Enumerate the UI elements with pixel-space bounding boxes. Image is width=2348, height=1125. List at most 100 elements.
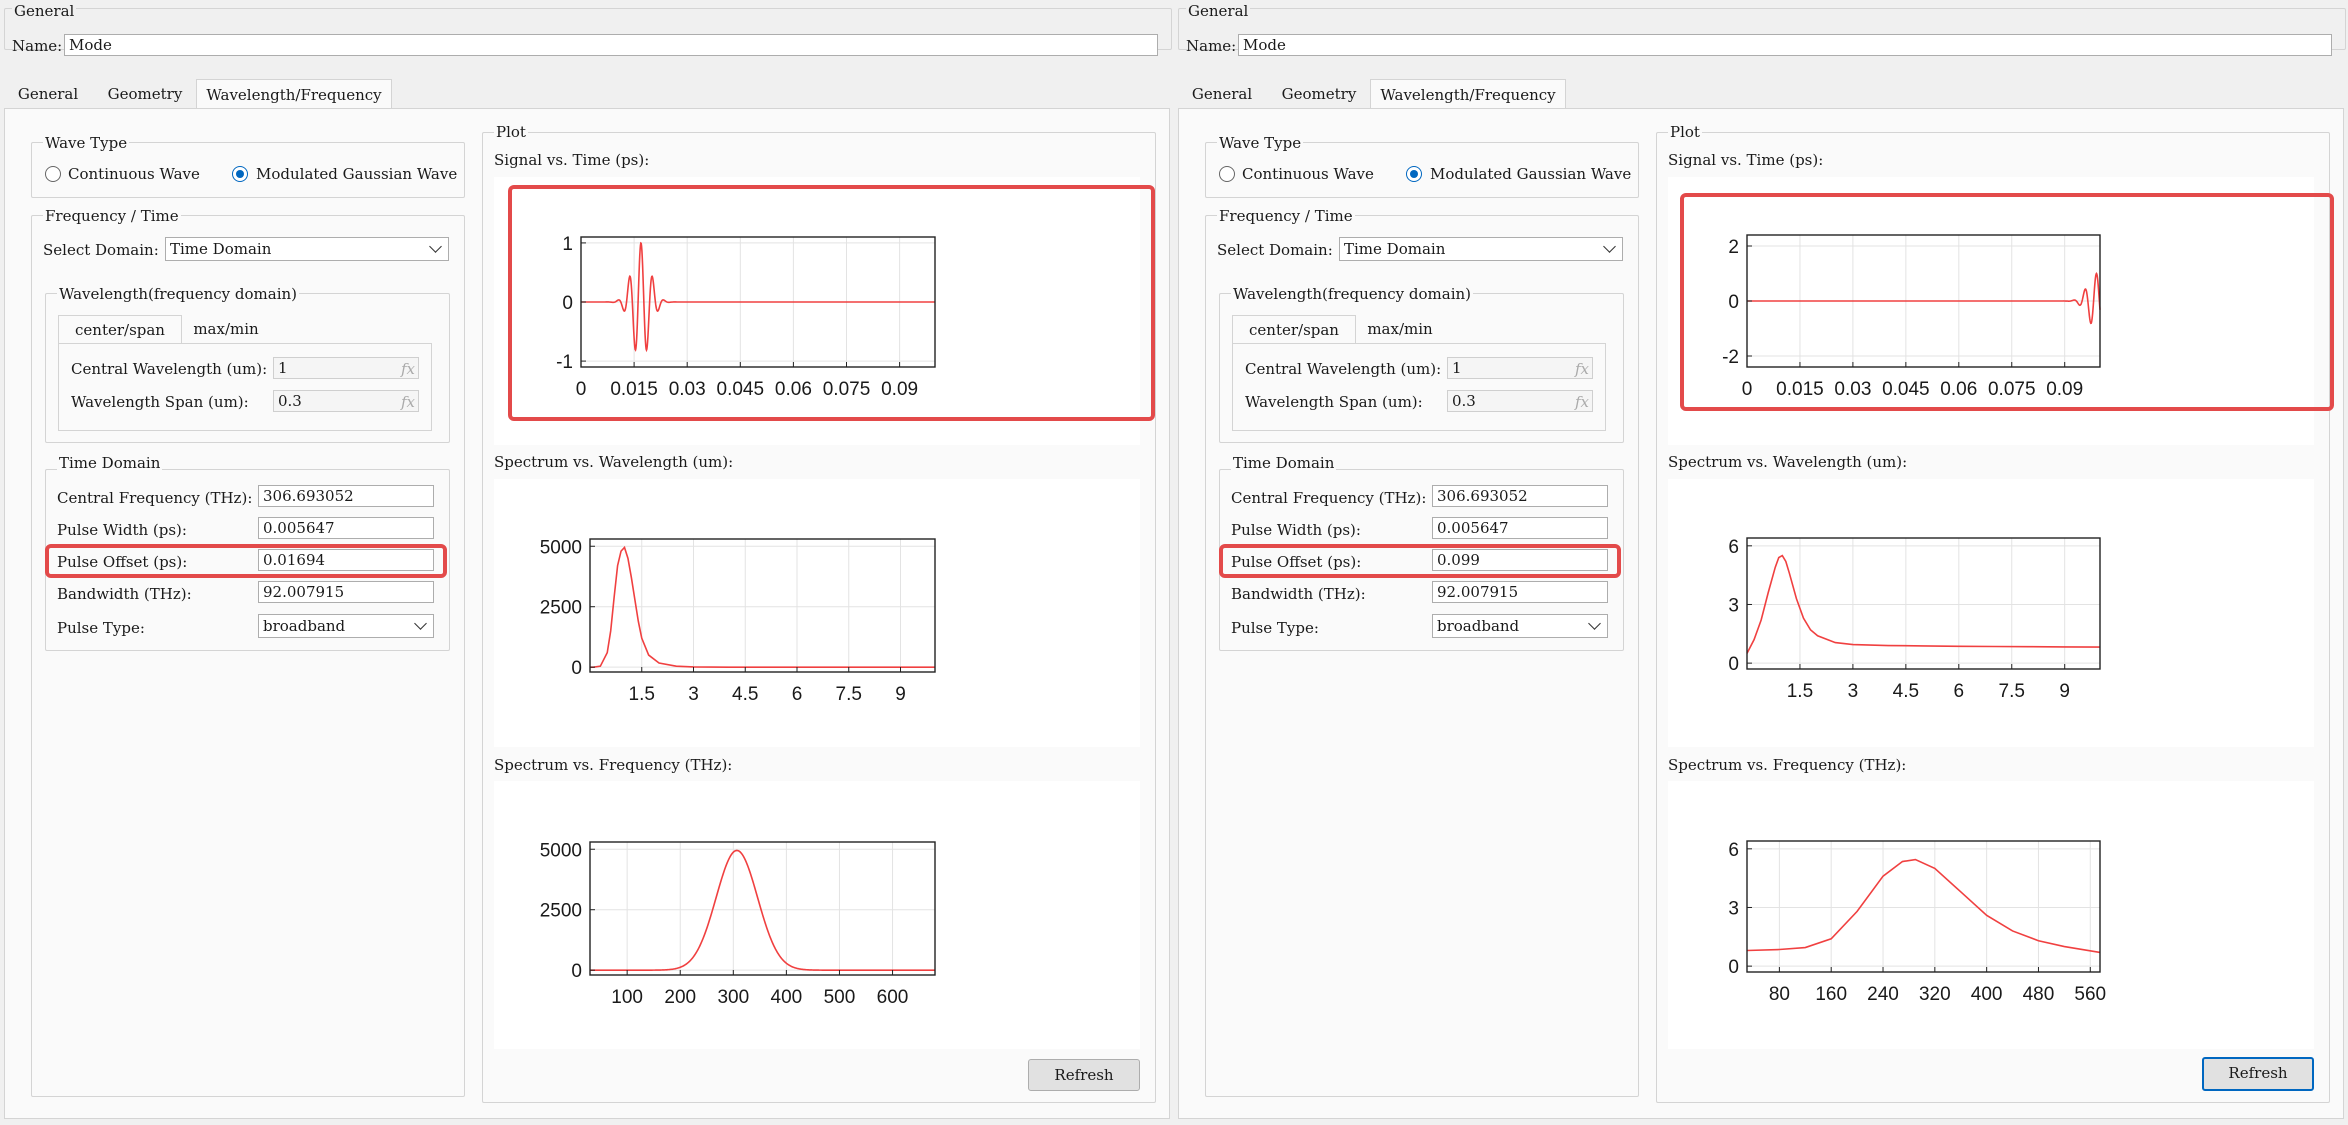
x-tick-label: 0.075 <box>823 379 871 400</box>
pulse-width-label: Pulse Width (ps): <box>1231 521 1361 539</box>
x-tick-label: 3 <box>1848 681 1859 702</box>
x-tick-label: 0.09 <box>2046 379 2083 400</box>
y-tick-label: 5000 <box>540 840 582 861</box>
tab-center-span[interactable]: center/span <box>58 315 182 343</box>
x-tick-label: 0.015 <box>1776 379 1824 400</box>
general-group-title: General <box>12 2 77 20</box>
tab-geometry[interactable]: Geometry <box>100 79 190 109</box>
signal-plot-title: Signal vs. Time (ps): <box>494 151 650 169</box>
refresh-button[interactable]: Refresh <box>1028 1059 1140 1091</box>
central-wavelength-input[interactable]: 1 fx <box>1447 357 1593 379</box>
y-tick-label: 0 <box>562 293 573 314</box>
continuous-wave-radio[interactable] <box>1219 166 1235 182</box>
x-tick-label: 500 <box>824 987 856 1008</box>
select-domain-label: Select Domain: <box>43 241 159 259</box>
y-tick-label: 0 <box>1728 292 1739 313</box>
pulse-type-dropdown[interactable]: broadband <box>258 614 434 638</box>
x-tick-label: 0.06 <box>775 379 812 400</box>
chevron-down-icon <box>414 617 427 630</box>
select-domain-label: Select Domain: <box>1217 241 1333 259</box>
x-tick-label: 4.5 <box>732 684 758 705</box>
y-tick-label: 0 <box>571 961 582 982</box>
y-tick-label: 2500 <box>540 598 582 619</box>
x-tick-label: 9 <box>2059 681 2070 702</box>
spectrum-wavelength-plot-area: 1.5 3 4.5 6 7.5 9 0 2500 5000 <box>494 479 1140 747</box>
bandwidth-label: Bandwidth (THz): <box>57 585 192 603</box>
x-tick-label: 1.5 <box>1787 681 1813 702</box>
plot-title: Plot <box>494 123 528 141</box>
pulse-offset-input[interactable]: 0.01694 <box>258 549 434 571</box>
spectrum-wavelength-title: Spectrum vs. Wavelength (um): <box>494 453 734 471</box>
tab-max-min[interactable]: max/min <box>186 315 266 343</box>
fx-icon[interactable]: fx <box>1575 392 1589 411</box>
refresh-button[interactable]: Refresh <box>2202 1057 2314 1091</box>
x-tick-label: 400 <box>1971 984 2003 1005</box>
wave-type-title: Wave Type <box>43 134 130 152</box>
x-tick-label: 240 <box>1867 984 1899 1005</box>
central-wavelength-label: Central Wavelength (um): <box>1245 360 1442 378</box>
tab-center-span[interactable]: center/span <box>1232 315 1356 343</box>
fx-icon[interactable]: fx <box>401 359 415 378</box>
left-panel: General Name: Mode General Geometry Wave… <box>0 0 1174 1125</box>
wavelength-span-input[interactable]: 0.3 fx <box>1447 390 1593 412</box>
central-frequency-label: Central Frequency (THz): <box>1231 489 1427 507</box>
y-tick-label: 6 <box>1728 840 1739 861</box>
select-domain-dropdown[interactable]: Time Domain <box>165 237 449 261</box>
y-tick-label: 6 <box>1728 537 1739 558</box>
y-tick-label: -2 <box>1722 347 1739 368</box>
pulse-width-label: Pulse Width (ps): <box>57 521 187 539</box>
signal-chart: 0 0.015 0.03 0.045 0.06 0.075 0.09-202 <box>1722 234 2101 400</box>
x-tick-label: 7.5 <box>1999 681 2025 702</box>
pulse-type-value: broadband <box>263 617 346 635</box>
x-tick-label: 300 <box>717 987 749 1008</box>
plot-frame <box>1746 840 2101 973</box>
plot-frame <box>589 841 936 976</box>
x-tick-label: 100 <box>611 987 643 1008</box>
select-domain-dropdown[interactable]: Time Domain <box>1339 237 1623 261</box>
pulse-width-input[interactable]: 0.005647 <box>258 517 434 539</box>
x-tick-label: 80 <box>1769 984 1790 1005</box>
bandwidth-input[interactable]: 92.007915 <box>258 581 434 603</box>
pulse-width-input[interactable]: 0.005647 <box>1432 517 1608 539</box>
fx-icon[interactable]: fx <box>1575 359 1589 378</box>
spectrum-wavelength-plot-area: 1.5 3 4.5 6 7.5 9 0 3 6 <box>1668 479 2314 747</box>
wavelength-span-input[interactable]: 0.3 fx <box>273 390 419 412</box>
x-tick-label: 0.09 <box>881 379 918 400</box>
chevron-down-icon <box>1603 240 1616 253</box>
x-tick-label: 480 <box>2023 984 2055 1005</box>
pulse-offset-label: Pulse Offset (ps): <box>57 553 188 571</box>
continuous-wave-radio[interactable] <box>45 166 61 182</box>
modulated-gaussian-radio[interactable] <box>232 166 248 182</box>
x-tick-label: 0.015 <box>610 379 658 400</box>
tab-general[interactable]: General <box>10 79 86 109</box>
pulse-offset-input[interactable]: 0.099 <box>1432 549 1608 571</box>
central-frequency-input[interactable]: 306.693052 <box>258 485 434 507</box>
central-wavelength-input[interactable]: 1 fx <box>273 357 419 379</box>
pulse-type-dropdown[interactable]: broadband <box>1432 614 1608 638</box>
x-tick-label: 320 <box>1919 984 1951 1005</box>
modulated-gaussian-radio[interactable] <box>1406 166 1422 182</box>
pulse-offset-label: Pulse Offset (ps): <box>1231 553 1362 571</box>
y-tick-label: 0 <box>571 658 582 679</box>
x-tick-label: 0.06 <box>1940 379 1977 400</box>
signal-plot-title: Signal vs. Time (ps): <box>1668 151 1824 169</box>
tab-general[interactable]: General <box>1184 79 1260 109</box>
tab-max-min[interactable]: max/min <box>1360 315 1440 343</box>
bandwidth-label: Bandwidth (THz): <box>1231 585 1366 603</box>
bandwidth-input[interactable]: 92.007915 <box>1432 581 1608 603</box>
x-tick-label: 0.045 <box>717 379 765 400</box>
x-tick-label: 160 <box>1815 984 1847 1005</box>
plot-title: Plot <box>1668 123 1702 141</box>
tab-geometry[interactable]: Geometry <box>1274 79 1364 109</box>
spectrum-frequency-plot-area: 100 200 300 400 500 600 0 2500 5000 <box>494 781 1140 1049</box>
x-tick-label: 0.045 <box>1882 379 1930 400</box>
name-input[interactable]: Mode <box>1238 34 2332 56</box>
wavelength-span-label: Wavelength Span (um): <box>71 393 249 411</box>
y-tick-label: 2500 <box>540 901 582 922</box>
central-frequency-input[interactable]: 306.693052 <box>1432 485 1608 507</box>
tab-wavelength-frequency[interactable]: Wavelength/Frequency <box>1370 79 1566 109</box>
fx-icon[interactable]: fx <box>401 392 415 411</box>
tab-wavelength-frequency[interactable]: Wavelength/Frequency <box>196 79 392 109</box>
continuous-wave-label: Continuous Wave <box>1242 165 1374 183</box>
name-input[interactable]: Mode <box>64 34 1158 56</box>
